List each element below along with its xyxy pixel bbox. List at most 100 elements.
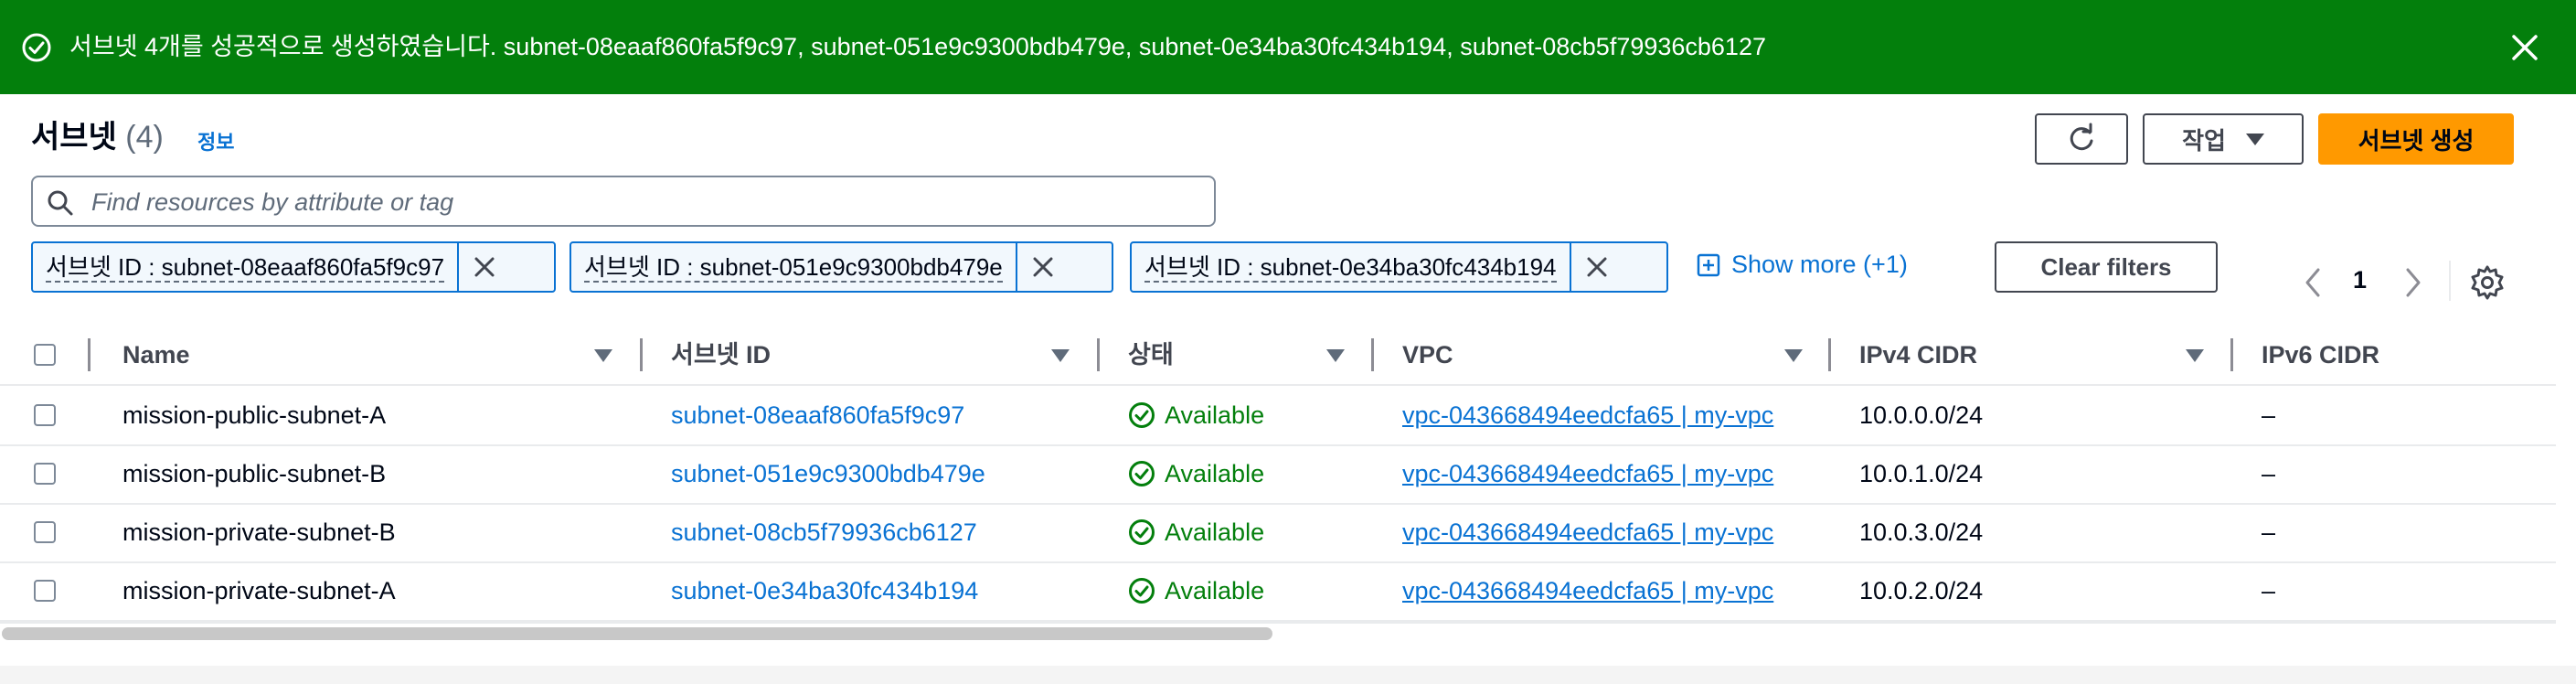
column-header-ipv4-cidr[interactable]: IPv4 CIDR [1859, 326, 1977, 384]
column-divider[interactable] [1828, 338, 1831, 371]
filter-token-text: 서브넷 ID : subnet-08eaaf860fa5f9c97 [46, 253, 445, 283]
ipv4-cidr: 10.0.1.0/24 [1859, 460, 1984, 487]
ipv4-cidr: 10.0.0.0/24 [1859, 401, 1984, 429]
table-row[interactable]: mission-public-subnet-B subnet-051e9c930… [0, 444, 2556, 505]
clear-filters-button[interactable]: Clear filters [1995, 241, 2218, 293]
status-text: Available [1165, 460, 1265, 487]
table-row[interactable]: mission-private-subnet-B subnet-08cb5f79… [0, 503, 2556, 563]
chevron-left-icon[interactable] [2296, 264, 2329, 301]
vpc-link[interactable]: vpc-043668494eedcfa65 | my-vpc [1402, 503, 1806, 561]
vpc-link[interactable]: vpc-043668494eedcfa65 | my-vpc [1402, 386, 1806, 444]
status-badge: Available [1128, 444, 1264, 503]
filter-token: 서브넷 ID : subnet-08eaaf860fa5f9c97 [31, 241, 556, 293]
remove-filter-button[interactable] [1571, 243, 1623, 291]
current-page-number[interactable]: 1 [2353, 266, 2367, 294]
sort-caret-icon[interactable] [594, 349, 612, 362]
status-text: Available [1165, 401, 1265, 429]
create-subnet-button[interactable]: 서브넷 생성 [2318, 113, 2514, 165]
info-link[interactable]: 정보 [197, 126, 234, 155]
refresh-icon [2070, 123, 2093, 151]
ipv6-cidr: – [2262, 577, 2276, 604]
sort-caret-icon[interactable] [1051, 349, 1070, 362]
sort-caret-icon[interactable] [1326, 349, 1345, 362]
table-row[interactable]: mission-private-subnet-A subnet-0e34ba30… [0, 561, 2556, 622]
status-text: Available [1165, 518, 1265, 546]
remove-filter-button[interactable] [1017, 243, 1069, 291]
column-divider [88, 338, 90, 371]
ipv6-cidr: – [2262, 460, 2276, 487]
show-more-label: Show more (+1) [1731, 251, 1908, 278]
pagination-divider [2449, 261, 2451, 301]
title-count: (4) [125, 120, 164, 155]
vpc-link[interactable]: vpc-043668494eedcfa65 | my-vpc [1402, 444, 1806, 503]
success-check-icon [1129, 519, 1155, 545]
actions-label: 작업 [2182, 126, 2226, 155]
page-title: 서브넷 (4) [31, 112, 164, 156]
row-checkbox[interactable] [34, 404, 56, 426]
filter-token-label[interactable]: 서브넷 ID : subnet-051e9c9300bdb479e [571, 243, 1017, 291]
subnet-id-link[interactable]: subnet-051e9c9300bdb479e [671, 444, 985, 503]
column-divider[interactable] [640, 338, 643, 371]
subnet-id-link[interactable]: subnet-08cb5f79936cb6127 [671, 503, 977, 561]
status-badge: Available [1128, 386, 1264, 444]
caret-down-icon [2245, 133, 2264, 145]
success-check-icon [1129, 461, 1155, 486]
row-checkbox[interactable] [34, 580, 56, 602]
sort-caret-icon[interactable] [1784, 349, 1803, 362]
table-row[interactable]: mission-public-subnet-A subnet-08eaaf860… [0, 386, 2556, 446]
search-input[interactable] [90, 185, 1190, 219]
vertical-scroll-gutter [2556, 94, 2576, 666]
filter-token: 서브넷 ID : subnet-051e9c9300bdb479e [569, 241, 1113, 293]
vpc-link[interactable]: vpc-043668494eedcfa65 | my-vpc [1402, 561, 1806, 620]
row-checkbox[interactable] [34, 521, 56, 543]
subnet-name: mission-private-subnet-A [122, 577, 396, 604]
status-badge: Available [1128, 561, 1264, 620]
create-subnet-label: 서브넷 생성 [2358, 126, 2475, 155]
plus-square-icon [1697, 253, 1720, 276]
column-divider[interactable] [2230, 338, 2233, 371]
filter-token-label[interactable]: 서브넷 ID : subnet-0e34ba30fc434b194 [1132, 243, 1571, 291]
select-all-checkbox[interactable] [34, 344, 56, 366]
status-badge: Available [1128, 503, 1264, 561]
subnet-name: mission-private-subnet-B [122, 518, 396, 546]
sort-caret-icon[interactable] [2186, 349, 2204, 362]
success-check-icon [1129, 402, 1155, 428]
close-icon [474, 257, 495, 277]
success-flash-banner: 서브넷 4개를 성공적으로 생성하였습니다. subnet-08eaaf860f… [0, 0, 2576, 94]
column-header-name[interactable]: Name [122, 326, 190, 384]
filter-token-text: 서브넷 ID : subnet-0e34ba30fc434b194 [1144, 253, 1557, 283]
subnet-id-link[interactable]: subnet-08eaaf860fa5f9c97 [671, 386, 964, 444]
column-divider[interactable] [1097, 338, 1100, 371]
page-footer-strip [0, 666, 2576, 684]
clear-filters-label: Clear filters [2040, 252, 2172, 281]
chevron-right-icon[interactable] [2397, 264, 2430, 301]
subnet-name: mission-public-subnet-A [122, 401, 387, 429]
close-icon[interactable] [2505, 27, 2545, 68]
column-header-vpc[interactable]: VPC [1402, 326, 1453, 384]
remove-filter-button[interactable] [459, 243, 510, 291]
subnet-name: mission-public-subnet-B [122, 460, 387, 487]
status-text: Available [1165, 577, 1265, 604]
title-text: 서브넷 [31, 120, 117, 155]
ipv4-cidr: 10.0.3.0/24 [1859, 518, 1984, 546]
filter-token: 서브넷 ID : subnet-0e34ba30fc434b194 [1130, 241, 1668, 293]
show-more-filters-link[interactable]: Show more (+1) [1697, 251, 1908, 279]
horizontal-scrollbar-thumb[interactable] [2, 627, 1272, 640]
column-divider[interactable] [1371, 338, 1374, 371]
gear-icon[interactable] [2468, 263, 2507, 302]
ipv6-cidr: – [2262, 518, 2276, 546]
success-check-icon [22, 33, 51, 62]
ipv4-cidr: 10.0.2.0/24 [1859, 577, 1984, 604]
subnet-id-link[interactable]: subnet-0e34ba30fc434b194 [671, 561, 978, 620]
filter-token-label[interactable]: 서브넷 ID : subnet-08eaaf860fa5f9c97 [33, 243, 460, 291]
row-checkbox[interactable] [34, 463, 56, 485]
close-icon [1033, 257, 1053, 277]
actions-dropdown-button[interactable]: 작업 [2143, 113, 2304, 165]
refresh-button[interactable] [2035, 113, 2128, 165]
success-check-icon [1129, 578, 1155, 604]
column-header-state[interactable]: 상태 [1128, 326, 1174, 384]
search-field[interactable] [31, 176, 1216, 227]
close-icon [1587, 257, 1606, 277]
column-header-subnet-id[interactable]: 서브넷 ID [671, 326, 771, 384]
column-header-ipv6-cidr[interactable]: IPv6 CIDR [2262, 326, 2379, 384]
